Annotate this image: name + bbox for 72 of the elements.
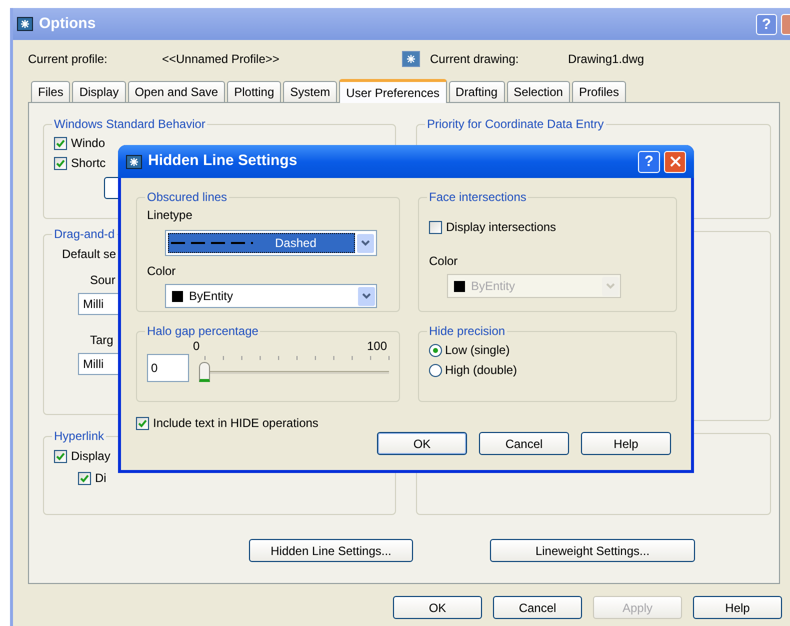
color-dropdown[interactable]: ByEntity [165, 284, 377, 308]
checkbox-label: Shortc [71, 155, 106, 172]
tab[interactable]: Selection [506, 81, 570, 102]
checkbox-label: Di [95, 470, 106, 487]
checkbox[interactable] [78, 472, 91, 484]
linetype-label: Linetype [147, 207, 194, 224]
dialog-title: Hidden Line Settings [148, 151, 298, 172]
checkbox[interactable] [54, 136, 67, 150]
halo-gap-field[interactable]: 0 [147, 354, 189, 382]
current-profile-label: Current profile: [28, 51, 108, 68]
group-title: Face intersections [428, 189, 528, 206]
color-swatch [172, 290, 183, 302]
checkbox-label: Windo [71, 135, 106, 152]
close-button[interactable] [664, 150, 686, 172]
group-title: Halo gap percentage [146, 323, 260, 340]
group-title: Hyperlink [53, 428, 106, 445]
checkbox[interactable] [54, 156, 67, 170]
halo-gap-slider[interactable] [198, 354, 389, 382]
color-label: Color [147, 263, 177, 280]
radio-label: Low (single) [445, 342, 510, 359]
tab[interactable]: System [283, 81, 338, 102]
color-value: ByEntity [471, 278, 516, 295]
tab[interactable]: Open and Save [128, 81, 226, 102]
slider-thumb[interactable] [198, 362, 210, 382]
current-drawing-label: Current drawing: [430, 51, 520, 68]
tab[interactable]: User Preferences [339, 79, 447, 103]
color-swatch [454, 280, 465, 292]
current-profile: <<Unnamed Profile>> [162, 51, 280, 68]
dialog-button[interactable]: Cancel [493, 596, 582, 619]
color-value: ByEntity [189, 288, 234, 305]
default-label: Default se [62, 246, 116, 263]
slider-min: 0 [193, 340, 200, 352]
target-label: Targ [90, 332, 114, 349]
app-icon [17, 16, 33, 32]
dialog-button[interactable]: Cancel [479, 432, 569, 455]
tab[interactable]: Files [31, 81, 70, 102]
checkbox-label: Include text in HIDE operations [153, 415, 318, 432]
tab[interactable]: Profiles [572, 81, 626, 102]
checkbox[interactable] [136, 416, 149, 430]
slider-max: 100 [366, 340, 387, 352]
checkbox[interactable] [54, 450, 67, 462]
group-title: Obscured lines [146, 189, 228, 206]
tab[interactable]: Drafting [448, 81, 505, 102]
dashed-line-icon [171, 241, 255, 245]
group-title: Windows Standard Behavior [53, 116, 206, 133]
radio-button[interactable] [429, 344, 442, 356]
radio-button[interactable] [429, 364, 442, 376]
checkbox[interactable] [429, 220, 442, 234]
dialog-button[interactable]: Help [693, 596, 782, 619]
tab[interactable]: Display [72, 81, 126, 102]
radio-label: High (double) [445, 362, 518, 379]
linetype-value: Dashed [275, 235, 316, 252]
group-title: Drag-and-d [53, 226, 116, 243]
linetype-dropdown[interactable]: Dashed [165, 230, 377, 256]
dialog-button[interactable]: OK [393, 596, 482, 619]
current-drawing: Drawing1.dwg [568, 51, 644, 68]
color-label: Color [429, 253, 459, 270]
group-title: Hide precision [428, 323, 506, 340]
dialog-button[interactable]: OK [377, 432, 467, 455]
help-button[interactable]: ? [638, 150, 660, 172]
tab[interactable]: Plotting [227, 81, 282, 102]
dialog-button[interactable]: Lineweight Settings... [490, 539, 695, 562]
checkbox-label: Display [71, 448, 110, 465]
app-icon [126, 154, 142, 170]
window-title: Options [39, 14, 96, 34]
group-title: Priority for Coordinate Data Entry [426, 116, 605, 133]
source-label: Sour [90, 272, 116, 289]
dialog-button[interactable]: Hidden Line Settings... [249, 539, 413, 562]
dialog-button[interactable]: Help [581, 432, 671, 455]
close-icon [670, 156, 680, 167]
checkbox-label: Display intersections [446, 219, 556, 236]
drawing-icon [402, 51, 420, 67]
